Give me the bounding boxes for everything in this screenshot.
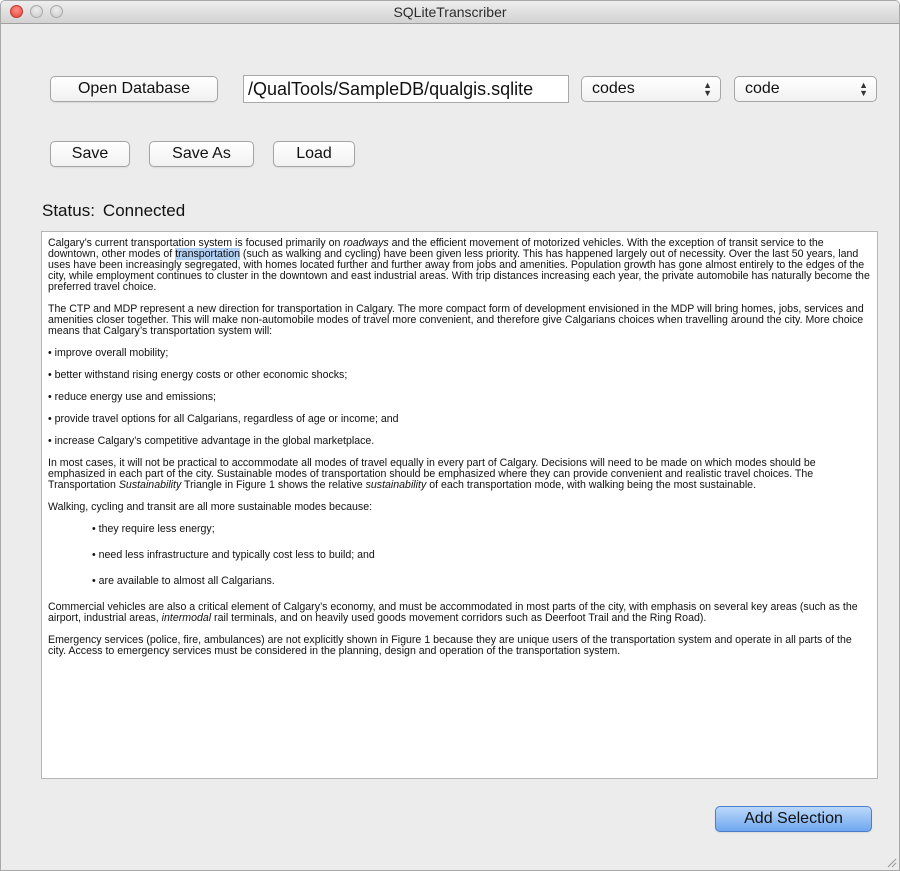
table-select[interactable]: codes ▲ ▼	[581, 76, 721, 102]
list-item: • reduce energy use and emissions;	[48, 391, 217, 403]
select-arrows-icon: ▲ ▼	[859, 80, 868, 98]
table-select-value: codes	[592, 80, 635, 97]
load-button[interactable]: Load	[273, 141, 355, 167]
paragraph: The CTP and MDP represent a new directio…	[48, 303, 864, 337]
resize-grip-icon[interactable]	[885, 856, 897, 868]
paragraph: Emergency services (police, fire, ambula…	[48, 634, 852, 657]
status-line: Status: Connected	[42, 201, 185, 221]
save-as-button[interactable]: Save As	[149, 141, 254, 167]
status-value: Connected	[102, 201, 186, 220]
list-item: • increase Calgary’s competitive advanta…	[48, 435, 375, 447]
window-title: SQLiteTranscriber	[393, 4, 507, 20]
paragraph: In most cases, it will not be practical …	[48, 457, 816, 491]
open-database-button[interactable]: Open Database	[50, 76, 218, 102]
title-bar[interactable]: SQLiteTranscriber	[1, 1, 899, 24]
app-window: SQLiteTranscriber Open Database /QualToo…	[0, 0, 900, 871]
column-select-value: code	[745, 80, 780, 97]
paragraph: Walking, cycling and transit are all mor…	[48, 501, 373, 513]
save-button[interactable]: Save	[50, 141, 130, 167]
list-item: • need less infrastructure and typically…	[92, 549, 375, 561]
paragraph: Calgary’s current transportation system …	[48, 237, 870, 293]
list-item: • better withstand rising energy costs o…	[48, 369, 348, 381]
list-item: • improve overall mobility;	[48, 347, 169, 359]
status-label: Status:	[42, 201, 95, 220]
paragraph: Commercial vehicles are also a critical …	[48, 601, 858, 624]
add-selection-button[interactable]: Add Selection	[715, 806, 872, 832]
list-item: • provide travel options for all Calgari…	[48, 413, 399, 425]
transcript-text-area[interactable]: Calgary’s current transportation system …	[41, 231, 878, 779]
select-arrows-icon: ▲ ▼	[703, 80, 712, 98]
database-path-field[interactable]: /QualTools/SampleDB/qualgis.sqlite	[243, 75, 569, 103]
list-item: • are available to almost all Calgarians…	[92, 575, 275, 587]
list-item: • they require less energy;	[92, 523, 215, 535]
column-select[interactable]: code ▲ ▼	[734, 76, 877, 102]
